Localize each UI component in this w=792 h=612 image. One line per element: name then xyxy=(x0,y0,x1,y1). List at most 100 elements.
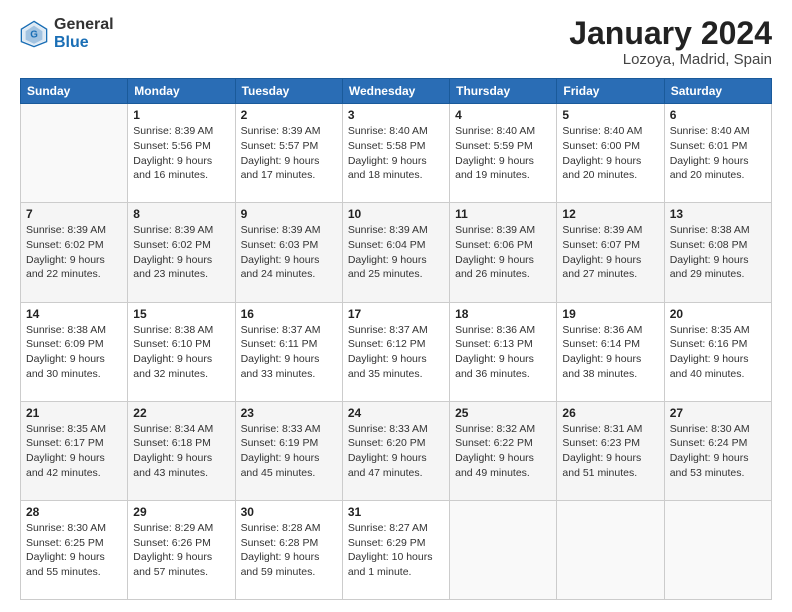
calendar-cell: 4Sunrise: 8:40 AMSunset: 5:59 PMDaylight… xyxy=(450,104,557,203)
day-info-line: Sunrise: 8:39 AM xyxy=(562,223,658,238)
day-info-line: Sunset: 6:12 PM xyxy=(348,337,444,352)
calendar-cell: 29Sunrise: 8:29 AMSunset: 6:26 PMDayligh… xyxy=(128,500,235,599)
day-info-line: and 42 minutes. xyxy=(26,466,122,481)
calendar-cell: 2Sunrise: 8:39 AMSunset: 5:57 PMDaylight… xyxy=(235,104,342,203)
day-number: 24 xyxy=(348,406,444,420)
day-number: 2 xyxy=(241,108,337,122)
day-info-line: Sunset: 5:59 PM xyxy=(455,139,551,154)
day-info-line: and 26 minutes. xyxy=(455,267,551,282)
calendar-cell xyxy=(21,104,128,203)
day-info-line: and 49 minutes. xyxy=(455,466,551,481)
day-info-line: Sunrise: 8:39 AM xyxy=(133,223,229,238)
day-info-line: and 20 minutes. xyxy=(562,168,658,183)
day-number: 1 xyxy=(133,108,229,122)
day-info-line: and 53 minutes. xyxy=(670,466,766,481)
day-info-line: Sunset: 6:18 PM xyxy=(133,436,229,451)
day-info-line: Daylight: 9 hours xyxy=(455,352,551,367)
day-number: 26 xyxy=(562,406,658,420)
month-title: January 2024 xyxy=(569,16,772,51)
day-info-line: Sunset: 6:14 PM xyxy=(562,337,658,352)
calendar-cell: 23Sunrise: 8:33 AMSunset: 6:19 PMDayligh… xyxy=(235,401,342,500)
day-info-line: and 36 minutes. xyxy=(455,367,551,382)
day-number: 5 xyxy=(562,108,658,122)
day-info-line: Sunrise: 8:38 AM xyxy=(26,323,122,338)
day-info-line: and 25 minutes. xyxy=(348,267,444,282)
day-number: 29 xyxy=(133,505,229,519)
day-info-line: and 32 minutes. xyxy=(133,367,229,382)
day-info-line: Sunrise: 8:28 AM xyxy=(241,521,337,536)
day-info-line: Daylight: 9 hours xyxy=(241,451,337,466)
day-info-line: and 24 minutes. xyxy=(241,267,337,282)
day-number: 23 xyxy=(241,406,337,420)
day-info-line: Sunrise: 8:40 AM xyxy=(455,124,551,139)
day-info-line: Sunset: 6:28 PM xyxy=(241,536,337,551)
day-info-line: Sunrise: 8:39 AM xyxy=(241,124,337,139)
day-header-thursday: Thursday xyxy=(450,79,557,104)
calendar-week-4: 21Sunrise: 8:35 AMSunset: 6:17 PMDayligh… xyxy=(21,401,772,500)
day-info-line: Daylight: 9 hours xyxy=(455,451,551,466)
day-info-line: Sunset: 6:23 PM xyxy=(562,436,658,451)
day-number: 13 xyxy=(670,207,766,221)
day-number: 30 xyxy=(241,505,337,519)
title-area: January 2024 Lozoya, Madrid, Spain xyxy=(569,16,772,68)
day-header-saturday: Saturday xyxy=(664,79,771,104)
day-info-line: and 51 minutes. xyxy=(562,466,658,481)
day-info-line: Daylight: 9 hours xyxy=(26,451,122,466)
day-info-line: and 38 minutes. xyxy=(562,367,658,382)
logo-blue: Blue xyxy=(54,34,114,52)
day-info-line: and 40 minutes. xyxy=(670,367,766,382)
day-info-line: Sunset: 6:06 PM xyxy=(455,238,551,253)
day-info-line: Daylight: 9 hours xyxy=(133,451,229,466)
calendar-cell: 31Sunrise: 8:27 AMSunset: 6:29 PMDayligh… xyxy=(342,500,449,599)
day-info-line: Daylight: 9 hours xyxy=(455,154,551,169)
day-info-line: Sunrise: 8:30 AM xyxy=(26,521,122,536)
calendar-cell: 16Sunrise: 8:37 AMSunset: 6:11 PMDayligh… xyxy=(235,302,342,401)
day-info-line: Daylight: 9 hours xyxy=(26,550,122,565)
day-info-line: Sunrise: 8:40 AM xyxy=(348,124,444,139)
calendar-cell: 11Sunrise: 8:39 AMSunset: 6:06 PMDayligh… xyxy=(450,203,557,302)
day-info-line: Sunrise: 8:36 AM xyxy=(455,323,551,338)
header: G General Blue January 2024 Lozoya, Madr… xyxy=(20,16,772,68)
day-number: 25 xyxy=(455,406,551,420)
day-info-line: Daylight: 9 hours xyxy=(670,451,766,466)
day-info-line: and 43 minutes. xyxy=(133,466,229,481)
day-info-line: and 35 minutes. xyxy=(348,367,444,382)
day-info-line: Sunrise: 8:31 AM xyxy=(562,422,658,437)
day-info-line: Sunset: 6:10 PM xyxy=(133,337,229,352)
day-info-line: Sunrise: 8:38 AM xyxy=(133,323,229,338)
day-number: 7 xyxy=(26,207,122,221)
calendar-week-2: 7Sunrise: 8:39 AMSunset: 6:02 PMDaylight… xyxy=(21,203,772,302)
calendar-header-row: SundayMondayTuesdayWednesdayThursdayFrid… xyxy=(21,79,772,104)
day-info-line: and 45 minutes. xyxy=(241,466,337,481)
location: Lozoya, Madrid, Spain xyxy=(569,51,772,68)
day-info-line: Daylight: 9 hours xyxy=(133,154,229,169)
day-info-line: Sunrise: 8:32 AM xyxy=(455,422,551,437)
calendar-week-3: 14Sunrise: 8:38 AMSunset: 6:09 PMDayligh… xyxy=(21,302,772,401)
calendar-cell: 14Sunrise: 8:38 AMSunset: 6:09 PMDayligh… xyxy=(21,302,128,401)
calendar-cell: 24Sunrise: 8:33 AMSunset: 6:20 PMDayligh… xyxy=(342,401,449,500)
day-number: 10 xyxy=(348,207,444,221)
calendar-cell: 5Sunrise: 8:40 AMSunset: 6:00 PMDaylight… xyxy=(557,104,664,203)
day-info-line: Daylight: 9 hours xyxy=(670,154,766,169)
calendar-cell: 25Sunrise: 8:32 AMSunset: 6:22 PMDayligh… xyxy=(450,401,557,500)
day-info-line: Daylight: 9 hours xyxy=(133,352,229,367)
day-info-line: Daylight: 9 hours xyxy=(562,253,658,268)
day-info-line: Daylight: 9 hours xyxy=(670,352,766,367)
day-number: 9 xyxy=(241,207,337,221)
day-info-line: Sunset: 6:09 PM xyxy=(26,337,122,352)
logo: G General Blue xyxy=(20,16,114,51)
calendar-cell: 26Sunrise: 8:31 AMSunset: 6:23 PMDayligh… xyxy=(557,401,664,500)
day-number: 14 xyxy=(26,307,122,321)
day-header-monday: Monday xyxy=(128,79,235,104)
day-info-line: Daylight: 9 hours xyxy=(348,352,444,367)
day-info-line: Daylight: 9 hours xyxy=(241,550,337,565)
day-info-line: Sunrise: 8:40 AM xyxy=(562,124,658,139)
calendar-cell: 1Sunrise: 8:39 AMSunset: 5:56 PMDaylight… xyxy=(128,104,235,203)
day-info-line: and 47 minutes. xyxy=(348,466,444,481)
day-info-line: and 29 minutes. xyxy=(670,267,766,282)
day-info-line: Sunrise: 8:37 AM xyxy=(241,323,337,338)
day-info-line: and 16 minutes. xyxy=(133,168,229,183)
calendar-cell: 27Sunrise: 8:30 AMSunset: 6:24 PMDayligh… xyxy=(664,401,771,500)
day-info-line: Daylight: 9 hours xyxy=(241,352,337,367)
day-info-line: and 17 minutes. xyxy=(241,168,337,183)
